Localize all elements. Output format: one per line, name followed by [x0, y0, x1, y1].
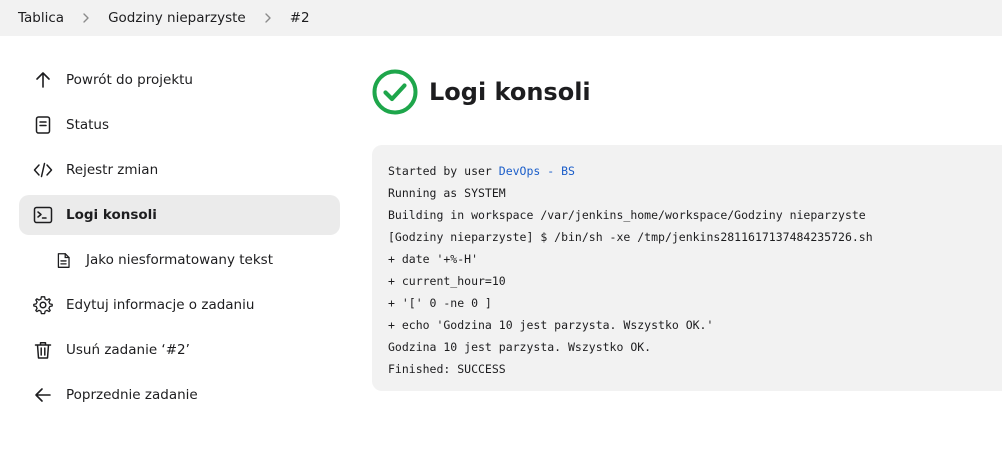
console-line: Finished: SUCCESS: [388, 362, 506, 376]
breadcrumb-dashboard[interactable]: Tablica: [18, 10, 64, 26]
user-link[interactable]: DevOps - BS: [499, 164, 575, 178]
chevron-right-icon: [64, 12, 108, 24]
text-file-icon: [53, 250, 73, 270]
arrow-left-icon: [33, 385, 53, 405]
sidebar-item-label: Status: [66, 117, 110, 133]
breadcrumb: Tablica Godziny nieparzyste #2: [0, 0, 1002, 36]
console-line: + current_hour=10: [388, 274, 506, 288]
document-icon: [33, 115, 53, 135]
console-line: + echo 'Godzina 10 jest parzysta. Wszyst…: [388, 318, 714, 332]
console-line: [Godziny nieparzyste] $ /bin/sh -xe /tmp…: [388, 230, 873, 244]
trash-icon: [33, 340, 53, 360]
sidebar-item-label: Powrót do projektu: [66, 72, 193, 88]
sidebar-item-plain-text[interactable]: Jako niesformatowany tekst: [19, 240, 340, 280]
sidebar-item-status[interactable]: Status: [19, 105, 340, 145]
console-line: Building in workspace /var/jenkins_home/…: [388, 208, 866, 222]
sidebar-item-changes[interactable]: Rejestr zmian: [19, 150, 340, 190]
page-title: Logi konsoli: [429, 78, 591, 106]
console-line: + date '+%-H': [388, 252, 479, 266]
gear-icon: [33, 295, 53, 315]
sidebar-item-label: Edytuj informacje o zadaniu: [66, 297, 255, 313]
console-line: + '[' 0 -ne 0 ]: [388, 296, 492, 310]
sidebar-item-label: Jako niesformatowany tekst: [86, 252, 273, 268]
console-started-prefix: Started by user: [388, 164, 499, 178]
breadcrumb-build[interactable]: #2: [290, 10, 310, 26]
breadcrumb-project[interactable]: Godziny nieparzyste: [108, 10, 246, 26]
console-line: Started by user DevOps - BS: [388, 160, 996, 182]
sidebar-item-console-log[interactable]: Logi konsoli: [19, 195, 340, 235]
chevron-right-icon: [246, 12, 290, 24]
console-line: Godzina 10 jest parzysta. Wszystko OK.: [388, 340, 652, 354]
page-header: Logi konsoli: [372, 69, 591, 115]
sidebar-item-label: Poprzednie zadanie: [66, 387, 198, 403]
arrow-up-icon: [33, 70, 53, 90]
sidebar-item-delete-build[interactable]: Usuń zadanie ‘#2’: [19, 330, 340, 370]
code-icon: [33, 160, 53, 180]
sidebar-item-label: Rejestr zmian: [66, 162, 159, 178]
terminal-icon: [33, 205, 53, 225]
success-check-icon: [372, 69, 418, 115]
sidebar-item-previous-build[interactable]: Poprzednie zadanie: [19, 375, 340, 415]
sidebar-item-label: Logi konsoli: [66, 207, 157, 223]
console-line: Running as SYSTEM: [388, 186, 506, 200]
sidebar: Powrót do projektu Status Rejestr zmian …: [19, 60, 340, 420]
sidebar-item-back-to-project[interactable]: Powrót do projektu: [19, 60, 340, 100]
sidebar-item-label: Usuń zadanie ‘#2’: [66, 342, 190, 358]
sidebar-item-edit-info[interactable]: Edytuj informacje o zadaniu: [19, 285, 340, 325]
console-output: Started by user DevOps - BS Running as SY…: [372, 145, 1002, 391]
